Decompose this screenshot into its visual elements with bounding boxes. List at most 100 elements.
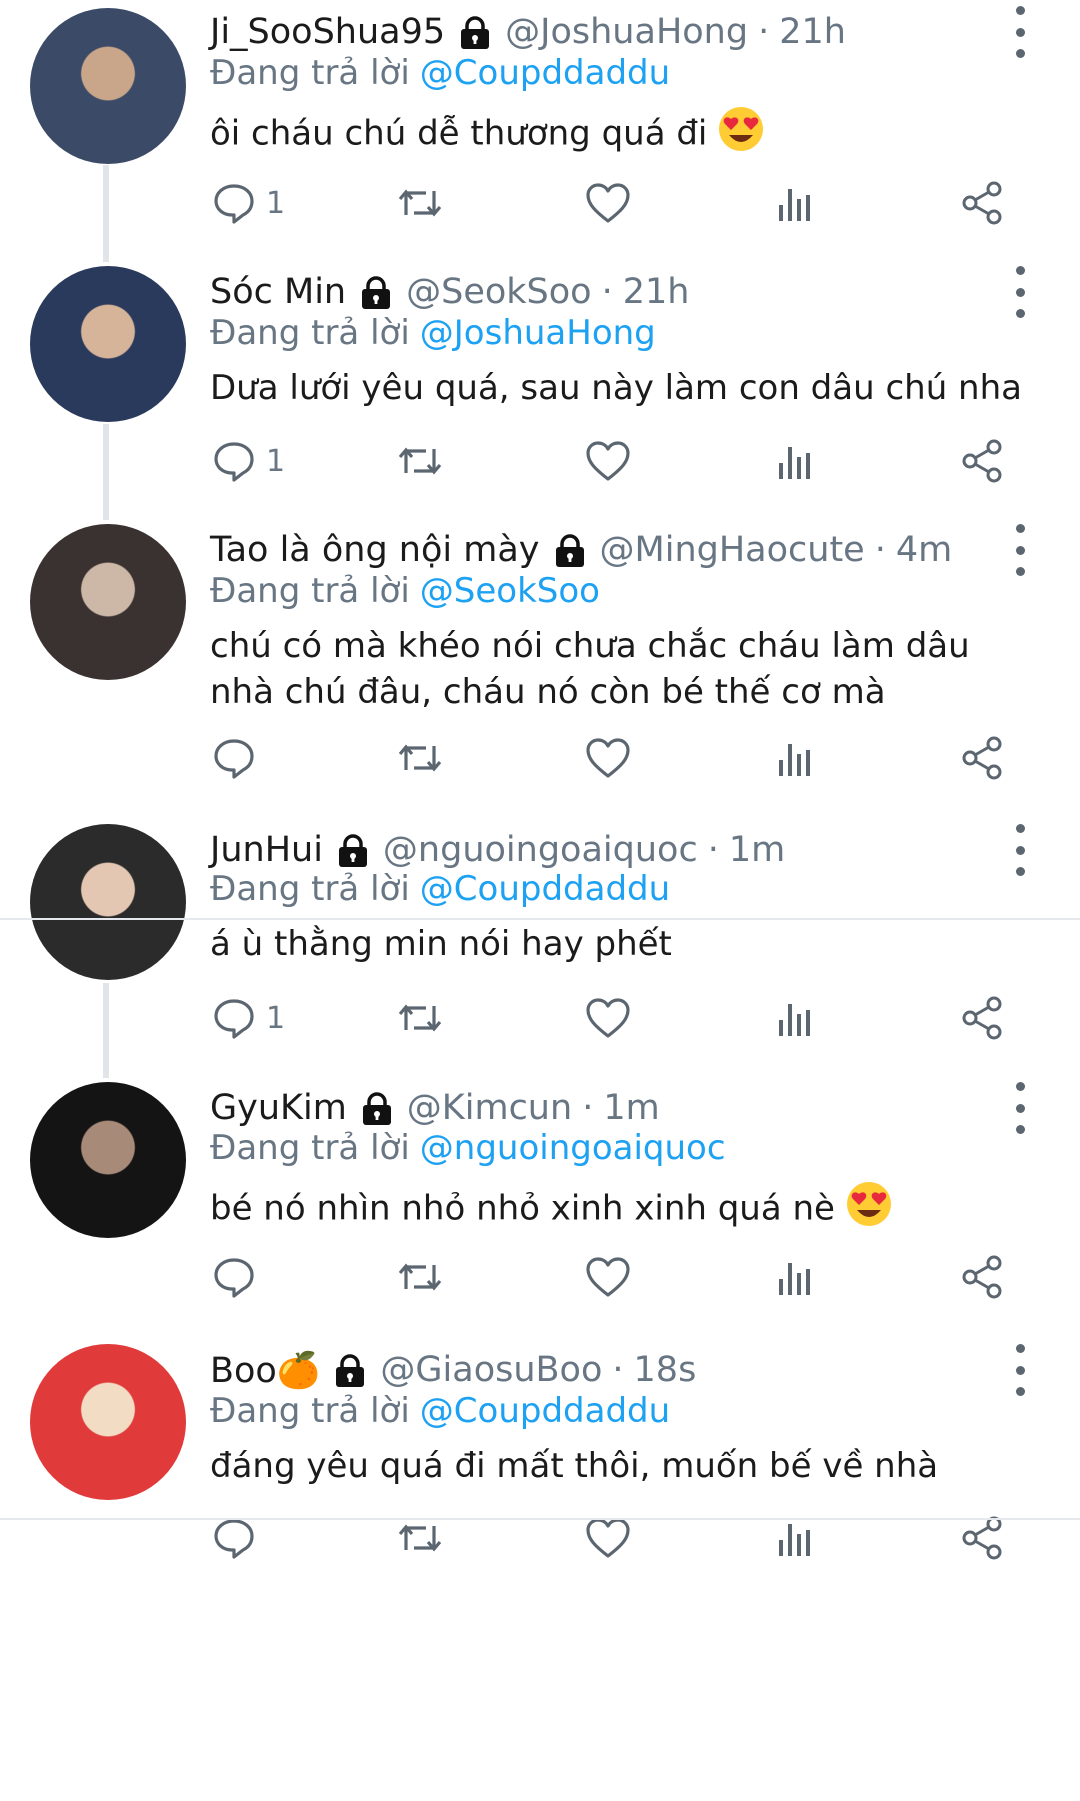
display-name[interactable]: Sóc Min xyxy=(210,272,346,312)
display-name[interactable]: Ji_SooShua95 xyxy=(210,12,445,52)
username[interactable]: @JoshuaHong xyxy=(505,12,748,52)
reply-count: 1 xyxy=(266,185,286,221)
display-name[interactable]: Tao là ông nội mày xyxy=(210,530,540,570)
retweet-button[interactable] xyxy=(396,1249,444,1305)
separator-dot: · xyxy=(874,530,886,570)
timestamp[interactable]: 21h xyxy=(623,272,690,312)
avatar[interactable] xyxy=(30,1344,186,1500)
replying-to-label: Đang trả lời xyxy=(210,1391,410,1431)
like-icon xyxy=(585,996,631,1040)
more-options-icon[interactable] xyxy=(1005,266,1035,318)
timestamp[interactable]: 1m xyxy=(603,1088,659,1128)
replying-to-link[interactable]: @Coupddaddu xyxy=(420,1391,670,1431)
thread-divider xyxy=(0,918,1080,920)
views-icon xyxy=(775,1516,815,1560)
avatar[interactable] xyxy=(30,1082,186,1238)
retweet-button[interactable] xyxy=(396,730,444,786)
share-icon xyxy=(960,439,1004,483)
replying-to-line: Đang trả lời @JoshuaHong xyxy=(210,310,656,356)
avatar[interactable] xyxy=(30,524,186,680)
separator-dot: · xyxy=(758,12,770,52)
display-name[interactable]: GyuKim xyxy=(210,1088,347,1128)
like-icon xyxy=(585,1516,631,1560)
retweet-icon xyxy=(396,1516,444,1560)
reply-text: ôi cháu chú dễ thương quá đi xyxy=(210,105,1030,165)
timestamp[interactable]: 21h xyxy=(779,12,846,52)
share-button[interactable] xyxy=(960,730,1004,786)
username[interactable]: @MingHaocute xyxy=(600,530,865,570)
retweet-button[interactable] xyxy=(396,175,444,231)
replying-to-line: Đang trả lời @Coupddaddu xyxy=(210,50,670,96)
replying-to-link[interactable]: @Coupddaddu xyxy=(420,53,670,93)
action-bar: 1 xyxy=(0,175,1080,231)
reply-text: chú có mà khéo nói chưa chắc cháu làm dâ… xyxy=(210,623,1030,715)
views-button[interactable] xyxy=(775,730,815,786)
like-button[interactable] xyxy=(585,730,631,786)
replying-to-label: Đang trả lời xyxy=(210,869,410,909)
replying-to-link[interactable]: @nguoingoaiquoc xyxy=(420,1128,726,1168)
like-button[interactable] xyxy=(585,433,631,489)
retweet-icon xyxy=(396,996,444,1040)
username[interactable]: @SeokSoo xyxy=(406,272,591,312)
share-icon xyxy=(960,736,1004,780)
views-button[interactable] xyxy=(775,990,815,1046)
more-options-icon[interactable] xyxy=(1005,1344,1035,1396)
lock-icon xyxy=(335,832,371,868)
username[interactable]: @Kimcun xyxy=(407,1088,572,1128)
retweet-button[interactable] xyxy=(396,433,444,489)
reply-header: Boo🍊 @GiaosuBoo · 18s xyxy=(210,1346,696,1394)
views-button[interactable] xyxy=(775,1249,815,1305)
replying-to-line: Đang trả lời @Coupddaddu xyxy=(210,1388,670,1434)
avatar[interactable] xyxy=(30,266,186,422)
reply-text: bé nó nhìn nhỏ nhỏ xinh xinh quá nè xyxy=(210,1180,1030,1240)
views-button[interactable] xyxy=(775,175,815,231)
display-name[interactable]: JunHui xyxy=(210,830,323,870)
thread-divider xyxy=(0,1518,1080,1520)
reply-button[interactable] xyxy=(212,730,256,786)
share-icon xyxy=(960,1516,1004,1560)
timestamp[interactable]: 18s xyxy=(634,1350,697,1390)
avatar[interactable] xyxy=(30,824,186,980)
like-button[interactable] xyxy=(585,175,631,231)
retweet-button[interactable] xyxy=(396,990,444,1046)
replying-to-link[interactable]: @SeokSoo xyxy=(420,571,600,611)
replying-to-link[interactable]: @Coupddaddu xyxy=(420,869,670,909)
more-options-icon[interactable] xyxy=(1005,824,1035,876)
reply-icon xyxy=(212,1255,256,1299)
share-button[interactable] xyxy=(960,433,1004,489)
share-icon xyxy=(960,1255,1004,1299)
like-button[interactable] xyxy=(585,1249,631,1305)
share-button[interactable] xyxy=(960,1249,1004,1305)
like-icon xyxy=(585,736,631,780)
replying-to-link[interactable]: @JoshuaHong xyxy=(420,313,656,353)
retweet-icon xyxy=(396,736,444,780)
action-bar: 1 xyxy=(0,433,1080,489)
username[interactable]: @GiaosuBoo xyxy=(380,1350,602,1390)
views-button[interactable] xyxy=(775,433,815,489)
avatar[interactable] xyxy=(30,8,186,164)
separator-dot: · xyxy=(707,830,719,870)
display-name[interactable]: Boo🍊 xyxy=(210,1350,320,1391)
action-bar xyxy=(0,1249,1080,1305)
views-icon xyxy=(775,181,815,225)
replying-to-label: Đang trả lời xyxy=(210,313,410,353)
reply-header: Ji_SooShua95 @JoshuaHong · 21h xyxy=(210,8,846,56)
reply-text-content: chú có mà khéo nói chưa chắc cháu làm dâ… xyxy=(210,626,970,712)
username[interactable]: @nguoingoaiquoc xyxy=(383,830,698,870)
replying-to-line: Đang trả lời @nguoingoaiquoc xyxy=(210,1125,726,1171)
reply-icon xyxy=(212,181,256,225)
more-options-icon[interactable] xyxy=(1005,6,1035,58)
timestamp[interactable]: 1m xyxy=(729,830,785,870)
more-options-icon[interactable] xyxy=(1005,1082,1035,1134)
reply-button[interactable] xyxy=(212,1249,256,1305)
like-button[interactable] xyxy=(585,990,631,1046)
share-button[interactable] xyxy=(960,990,1004,1046)
reply-button[interactable]: 1 xyxy=(212,990,285,1046)
reply-button[interactable]: 1 xyxy=(212,433,285,489)
share-button[interactable] xyxy=(960,175,1004,231)
more-options-icon[interactable] xyxy=(1005,524,1035,576)
reply-icon xyxy=(212,1516,256,1560)
reply-button[interactable]: 1 xyxy=(212,175,285,231)
timestamp[interactable]: 4m xyxy=(896,530,952,570)
separator-dot: · xyxy=(601,272,613,312)
